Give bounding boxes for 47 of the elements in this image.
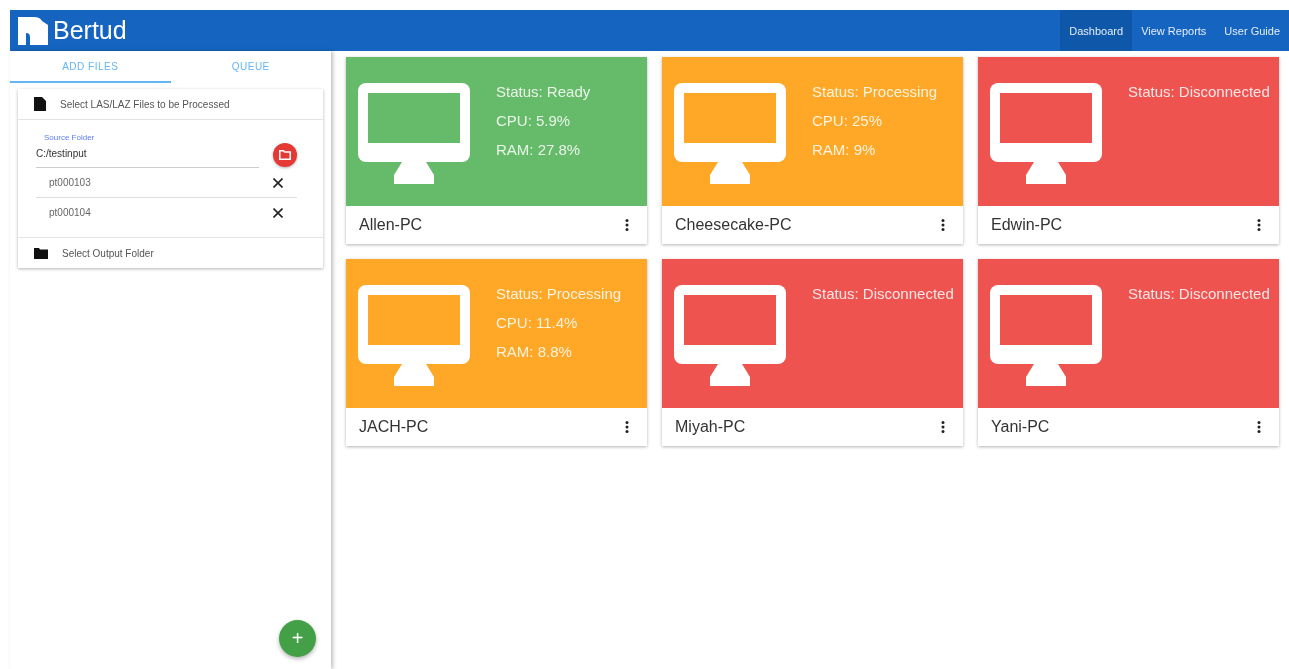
status-text: Status: Disconnected: [812, 285, 954, 302]
more-icon[interactable]: [941, 219, 945, 231]
section-label[interactable]: Select LAS/LAZ Files to be Processed: [60, 98, 230, 110]
logo-icon: [18, 16, 48, 45]
status-text: Status: Disconnected: [1128, 285, 1270, 302]
status-text: Status: Processing: [496, 285, 622, 302]
status-text: Status: Disconnected: [1128, 83, 1270, 100]
computer-name: Miyah-PC: [675, 418, 746, 436]
close-icon[interactable]: [273, 207, 283, 218]
ram-text: RAM: 9%: [812, 141, 877, 158]
computer-name: Edwin-PC: [991, 216, 1063, 234]
nav-link[interactable]: User Guide: [1215, 10, 1289, 51]
file-name: pt000104: [49, 207, 91, 218]
nav-link[interactable]: Dashboard: [1060, 10, 1133, 51]
more-icon[interactable]: [1257, 219, 1261, 231]
monitor-icon: [674, 285, 786, 386]
cpu-text: CPU: 25%: [812, 112, 884, 129]
file-name: pt000103: [49, 177, 91, 188]
nav-link[interactable]: View Reports: [1132, 10, 1216, 51]
source-folder-field[interactable]: Source Folder C:/testinput: [36, 130, 259, 168]
browse-folder-button[interactable]: [273, 143, 297, 167]
monitor-icon: [358, 285, 470, 386]
more-icon[interactable]: [1257, 421, 1261, 433]
monitor-icon: [674, 83, 786, 184]
folder-icon: [279, 150, 291, 160]
close-icon[interactable]: [273, 177, 283, 188]
add-button[interactable]: +: [279, 620, 316, 657]
computer-name: Yani-PC: [991, 418, 1050, 436]
app-title: Bertud: [53, 16, 127, 45]
computer-name: Allen-PC: [359, 216, 423, 234]
more-icon[interactable]: [625, 421, 629, 433]
status-text: Status: Ready: [496, 83, 591, 100]
monitor-icon: [358, 83, 470, 184]
file-icon: [34, 97, 46, 111]
monitor-icon: [990, 83, 1102, 184]
more-icon[interactable]: [941, 421, 945, 433]
cpu-text: CPU: 11.4%: [496, 314, 579, 331]
section-label[interactable]: Select Output Folder: [62, 247, 154, 259]
status-text: Status: Processing: [812, 83, 938, 100]
folder-icon: [34, 247, 48, 259]
monitor-icon: [990, 285, 1102, 386]
more-icon[interactable]: [625, 219, 629, 231]
ram-text: RAM: 8.8%: [496, 343, 573, 360]
ram-text: RAM: 27.8%: [496, 141, 582, 158]
computer-name: JACH-PC: [359, 418, 429, 436]
computer-name: Cheesecake-PC: [675, 216, 792, 234]
cpu-text: CPU: 5.9%: [496, 112, 572, 129]
